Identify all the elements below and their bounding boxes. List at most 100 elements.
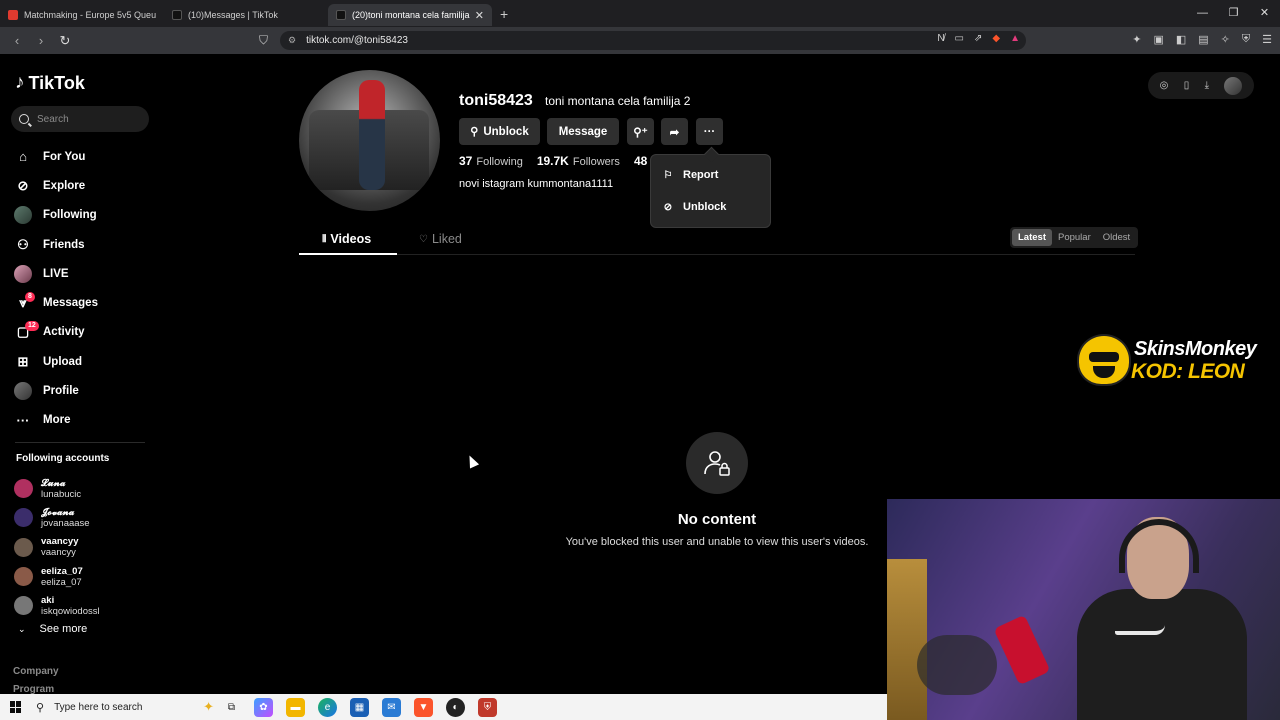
browser-tab-matchmaking[interactable]: Matchmaking - Europe 5v5 Queue - xyxy=(0,4,164,26)
following-account-item[interactable]: vaancyy vaancyy xyxy=(14,533,100,562)
sort-popular[interactable]: Popular xyxy=(1052,229,1097,246)
sidebar-item-upload[interactable]: ⊞ Upload xyxy=(14,347,98,376)
sidebar-toggle-icon[interactable]: ◧ xyxy=(1176,33,1186,46)
account-display-name: eeliza_07 xyxy=(41,565,83,577)
edge-icon[interactable]: e xyxy=(318,697,337,717)
sponsor-overlay: SkinsMonkey KOD: LEON xyxy=(1077,332,1275,388)
bookmark-icon[interactable]: ⛉ xyxy=(259,33,268,48)
copilot-icon[interactable]: ✿ xyxy=(254,697,273,717)
store-icon[interactable]: ▦ xyxy=(350,697,369,717)
brave-rewards-icon[interactable]: ▲ xyxy=(1010,33,1020,44)
sidebar-item-messages[interactable]: ⩔ 8 Messages xyxy=(14,288,98,317)
wallet-icon[interactable]: ▣ xyxy=(1153,33,1163,46)
site-info-icon[interactable]: ⚙ xyxy=(288,35,296,46)
url-field[interactable]: ⚙ tiktok.com/@toni58423 N̸ ▭ ⇗ ◆ ▲ xyxy=(280,31,1026,50)
tiktok-favicon-icon xyxy=(336,10,346,20)
account-display-name: 𝓛𝓾𝓷𝓪 xyxy=(41,477,66,489)
windows-start-icon[interactable] xyxy=(10,701,22,713)
menu-label: Friends xyxy=(43,238,85,251)
following-label[interactable]: Following xyxy=(476,156,522,168)
faceit-app-icon[interactable]: ◐ xyxy=(446,697,465,717)
account-display-name: aki xyxy=(41,594,55,606)
unblock-menu-item[interactable]: ⊘ Unblock xyxy=(662,201,727,213)
task-view-icon[interactable]: ⧉ xyxy=(222,698,241,717)
message-button[interactable]: Message xyxy=(547,118,619,145)
brave-shield-icon[interactable]: ◆ xyxy=(992,33,1000,44)
account-handle: jovanaaase xyxy=(41,517,90,529)
sidebar-item-profile[interactable]: Profile xyxy=(14,376,98,405)
no-translate-icon[interactable]: N̸ xyxy=(937,33,944,44)
logo-text: TikTok xyxy=(28,72,85,93)
sponsor-name: SkinsMonkey xyxy=(1134,338,1257,360)
restore-icon[interactable]: ❐ xyxy=(1218,0,1249,27)
divider xyxy=(15,442,145,443)
see-more-button[interactable]: ⌄ See more xyxy=(18,623,87,635)
following-account-item[interactable]: aki iskqowiodossl xyxy=(14,591,100,620)
tiktok-logo[interactable]: ♪ TikTok xyxy=(15,72,85,94)
tab-label: Liked xyxy=(431,232,462,246)
search-input[interactable]: Search xyxy=(11,106,149,132)
unblock-button[interactable]: ⚲ Unblock xyxy=(459,118,540,145)
tab-videos[interactable]: ⦀ Videos xyxy=(322,232,371,246)
minimize-icon[interactable]: — xyxy=(1187,0,1218,27)
extension-icons: ✦ ▣ ◧ ▤ ✧ ⛨ ☰ xyxy=(1132,33,1272,46)
following-account-item[interactable]: 𝓛𝓾𝓷𝓪 lunabucic xyxy=(14,474,100,503)
add-user-icon: ⚲⁺ xyxy=(633,126,648,139)
share-button[interactable]: ➦ xyxy=(661,118,688,145)
user-avatar[interactable] xyxy=(1224,76,1243,95)
menu-icon[interactable]: ☰ xyxy=(1262,33,1272,46)
taskbar-search-input[interactable]: ⚲ Type here to search ✦ xyxy=(36,694,214,720)
report-menu-item[interactable]: ⚐ Report xyxy=(662,169,719,181)
back-icon[interactable]: ‹ xyxy=(10,33,24,48)
vpn-icon[interactable]: ⛨ xyxy=(1242,33,1250,46)
share-icon[interactable]: ⇗ xyxy=(974,33,982,44)
forward-icon[interactable]: › xyxy=(34,33,48,48)
more-options-button[interactable]: ··· xyxy=(696,118,723,145)
shield-app-icon[interactable]: ⛨ xyxy=(478,697,497,717)
sidebar-item-for-you[interactable]: ⌂ For You xyxy=(14,142,98,171)
sidebar-item-activity[interactable]: ▢ 12 Activity xyxy=(14,318,98,347)
sidebar-item-more[interactable]: ··· More xyxy=(14,406,98,435)
close-window-icon[interactable]: ✕ xyxy=(1249,0,1280,27)
following-account-item[interactable]: 𝓙𝓸𝓿𝓪𝓷𝓪 jovanaaase xyxy=(14,503,100,532)
mail-icon[interactable]: ✉ xyxy=(382,697,401,717)
tab-title: Matchmaking - Europe 5v5 Queue - xyxy=(24,10,156,20)
sidebar-item-following[interactable]: Following xyxy=(14,201,98,230)
following-account-item[interactable]: eeliza_07 eeliza_07 xyxy=(14,562,100,591)
tab-liked[interactable]: ♡ Liked xyxy=(419,232,462,246)
browser-tab-profile[interactable]: (20)toni montana cela familija 2 ( ✕ xyxy=(328,4,492,26)
close-tab-icon[interactable]: ✕ xyxy=(475,9,484,22)
leo-ai-icon[interactable]: ✧ xyxy=(1221,33,1230,46)
friends-icon: ⚇ xyxy=(17,236,29,252)
windows-taskbar: ⚲ Type here to search ✦ ⧉ ✿ ▬ e ▦ ✉ ▼ ◐ … xyxy=(0,694,887,720)
unblock-label: Unblock xyxy=(683,201,727,213)
download-icon[interactable]: ⤓ xyxy=(1205,80,1209,91)
sidebar-item-friends[interactable]: ⚇ Friends xyxy=(14,230,98,259)
faceit-icon xyxy=(8,10,18,20)
webcam-overlay xyxy=(887,499,1280,720)
sort-oldest[interactable]: Oldest xyxy=(1097,229,1136,246)
cast-icon[interactable]: ▭ xyxy=(955,33,964,44)
tabs-icon[interactable]: ▤ xyxy=(1198,33,1208,46)
menu-label: Messages xyxy=(43,297,98,310)
sidebar-item-explore[interactable]: ⊘ Explore xyxy=(14,171,98,200)
reload-icon[interactable]: ↻ xyxy=(58,33,72,49)
ellipsis-icon: ··· xyxy=(703,125,716,138)
url-actions: N̸ ▭ ⇗ ◆ ▲ xyxy=(937,33,1020,44)
profile-stats: 37 Following 19.7K Followers 48 xyxy=(459,154,651,168)
empty-state-title: No content xyxy=(677,511,757,528)
new-tab-icon[interactable]: + xyxy=(500,6,508,22)
file-explorer-icon[interactable]: ▬ xyxy=(286,697,305,717)
sort-latest[interactable]: Latest xyxy=(1012,229,1052,246)
browser-tab-messages[interactable]: (10)Messages | TikTok xyxy=(164,4,328,26)
footer-link-company[interactable]: Company xyxy=(13,666,59,677)
sidebar-item-live[interactable]: LIVE xyxy=(14,259,98,288)
brave-browser-icon[interactable]: ▼ xyxy=(414,697,433,717)
ellipsis-icon: ··· xyxy=(16,412,30,428)
followers-label[interactable]: Followers xyxy=(573,156,620,168)
extensions-icon[interactable]: ✦ xyxy=(1132,33,1141,46)
menu-label: LIVE xyxy=(43,267,69,280)
device-icon[interactable]: ▯ xyxy=(1184,80,1190,91)
coins-icon[interactable]: ◎ xyxy=(1160,80,1169,91)
suggested-accounts-button[interactable]: ⚲⁺ xyxy=(627,118,654,145)
